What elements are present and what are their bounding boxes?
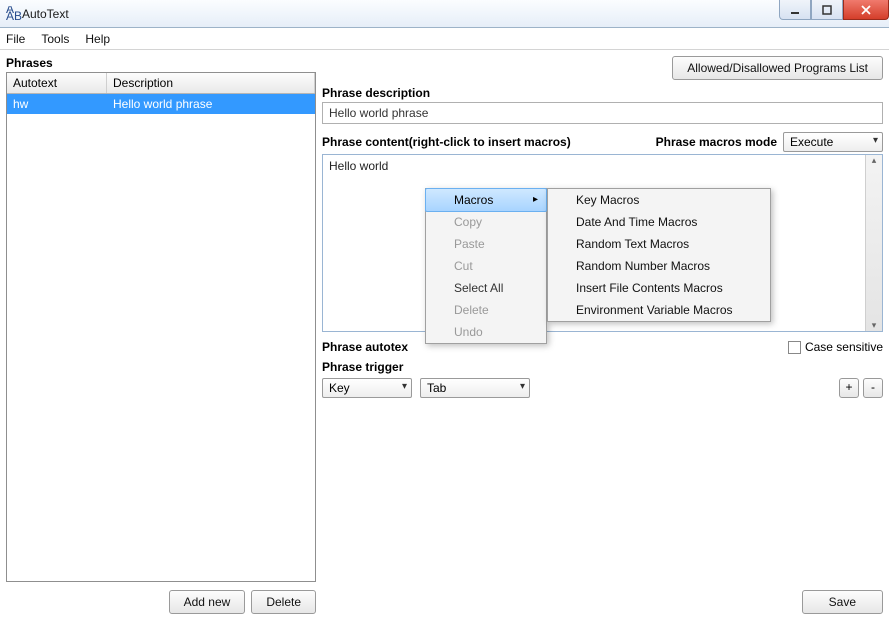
allowed-programs-button[interactable]: Allowed/Disallowed Programs List xyxy=(672,56,883,80)
submenu-env-var-macros[interactable]: Environment Variable Macros xyxy=(548,299,770,321)
phrases-panel: Phrases Autotext Description hw Hello wo… xyxy=(6,56,316,614)
add-new-button[interactable]: Add new xyxy=(169,590,246,614)
table-row[interactable]: hw Hello world phrase xyxy=(7,94,315,114)
svg-text:ABC: ABC xyxy=(6,9,22,22)
phrase-description-input[interactable]: Hello world phrase xyxy=(322,102,883,124)
save-button[interactable]: Save xyxy=(802,590,883,614)
window-buttons xyxy=(779,0,889,20)
menu-item-undo[interactable]: Undo xyxy=(426,321,546,343)
chevron-right-icon: ▸ xyxy=(533,194,538,205)
menu-item-select-all[interactable]: Select All xyxy=(426,277,546,299)
trigger-key-select[interactable]: Tab xyxy=(420,378,530,398)
menu-item-delete[interactable]: Delete xyxy=(426,299,546,321)
phrase-trigger-label: Phrase trigger xyxy=(322,360,883,374)
menu-tools[interactable]: Tools xyxy=(41,32,69,46)
submenu-date-macros[interactable]: Date And Time Macros xyxy=(548,211,770,233)
macros-mode-label: Phrase macros mode xyxy=(656,135,777,149)
menu-help[interactable]: Help xyxy=(85,32,110,46)
cell-description: Hello world phrase xyxy=(107,94,315,114)
menu-item-macros[interactable]: Macros ▸ xyxy=(425,188,547,212)
add-trigger-button[interactable]: + xyxy=(839,378,859,398)
cell-autotext: hw xyxy=(7,94,107,114)
menu-item-paste[interactable]: Paste xyxy=(426,233,546,255)
editor-panel: Allowed/Disallowed Programs List Phrase … xyxy=(322,56,883,614)
window-title: AutoText xyxy=(22,7,69,21)
close-button[interactable] xyxy=(843,0,889,20)
titlebar: AABC AutoText xyxy=(0,0,889,28)
col-description[interactable]: Description xyxy=(107,73,315,93)
phrase-autotext-label: Phrase autotex xyxy=(322,340,408,354)
submenu-random-text-macros[interactable]: Random Text Macros xyxy=(548,233,770,255)
col-autotext[interactable]: Autotext xyxy=(7,73,107,93)
submenu-insert-file-macros[interactable]: Insert File Contents Macros xyxy=(548,277,770,299)
macros-mode-select[interactable]: Execute xyxy=(783,132,883,152)
phrases-label: Phrases xyxy=(6,56,316,70)
menu-file[interactable]: File xyxy=(6,32,25,46)
menu-item-cut[interactable]: Cut xyxy=(426,255,546,277)
submenu-random-number-macros[interactable]: Random Number Macros xyxy=(548,255,770,277)
scrollbar[interactable] xyxy=(865,155,882,331)
menubar: File Tools Help xyxy=(0,28,889,50)
maximize-button[interactable] xyxy=(811,0,843,20)
case-sensitive-checkbox[interactable] xyxy=(788,341,801,354)
case-sensitive-label: Case sensitive xyxy=(805,340,883,354)
menu-item-copy[interactable]: Copy xyxy=(426,211,546,233)
macros-submenu: Key Macros Date And Time Macros Random T… xyxy=(547,188,771,322)
remove-trigger-button[interactable]: - xyxy=(863,378,883,398)
delete-button[interactable]: Delete xyxy=(251,590,316,614)
phrases-grid[interactable]: Autotext Description hw Hello world phra… xyxy=(6,72,316,582)
app-icon: AABC xyxy=(6,6,22,22)
phrase-content-text: Hello world xyxy=(329,159,388,173)
phrase-content-label: Phrase content(right-click to insert mac… xyxy=(322,135,571,149)
submenu-key-macros[interactable]: Key Macros xyxy=(548,189,770,211)
trigger-type-select[interactable]: Key xyxy=(322,378,412,398)
context-menu: Macros ▸ Copy Paste Cut Select All Delet… xyxy=(425,188,547,344)
grid-header: Autotext Description xyxy=(7,73,315,94)
minimize-button[interactable] xyxy=(779,0,811,20)
phrase-description-label: Phrase description xyxy=(322,86,883,100)
